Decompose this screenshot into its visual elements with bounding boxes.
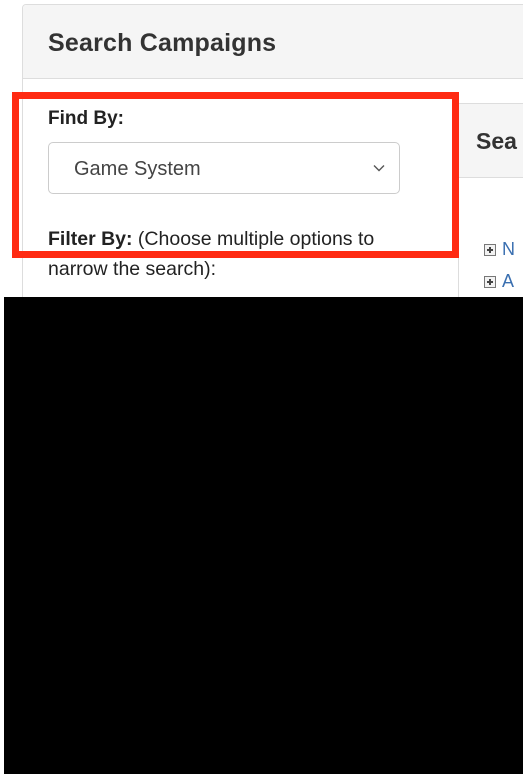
tree-item-label[interactable]: N (502, 239, 515, 259)
tree-item-label[interactable]: A (502, 271, 514, 291)
redaction-block (4, 297, 523, 774)
results-heading: Sea (459, 104, 523, 178)
plus-box-icon[interactable] (484, 276, 496, 288)
highlight-annotation (12, 92, 459, 258)
tree-item[interactable]: A (484, 271, 514, 291)
tree-item[interactable]: N (484, 239, 515, 259)
panel-heading: Search Campaigns (23, 5, 523, 79)
results-title: Sea (476, 128, 517, 154)
panel-title: Search Campaigns (48, 29, 277, 57)
plus-box-icon[interactable] (484, 244, 496, 256)
